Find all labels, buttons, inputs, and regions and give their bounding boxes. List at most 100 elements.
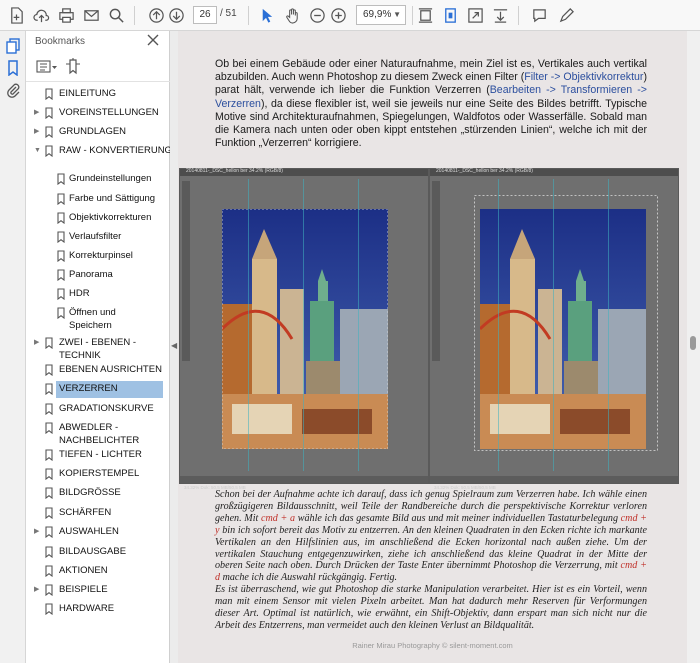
bookmark-label: EINLEITUNG [59,88,117,99]
bookmark-label: HDR [69,288,90,299]
bookmark-label: Öffnen und [69,307,116,318]
bookmark-item[interactable]: HARDWARE [26,603,170,617]
shot-title: 20140811-_DSC_hellon ber 34.2% (RGB/8) [436,168,533,174]
bookmark-flag-icon [45,603,53,615]
bookmark-flag-icon [57,269,65,281]
bookmark-item[interactable]: AKTIONEN [26,565,170,579]
cloud-upload-icon[interactable] [31,5,51,25]
shot-title: 20140811-_DSC_hellon ber 34.2% (RGB/8) [186,168,283,174]
next-page-icon[interactable] [166,5,186,25]
zoom-select[interactable]: 69,9% ▼ [356,5,406,25]
bookmark-item[interactable]: BILDAUSGABE [26,546,170,560]
navigation-strip [0,31,26,663]
menu-path-link[interactable]: Filter -> Objektivkorrektur [524,71,643,83]
las-vegas-photo [222,209,388,449]
bookmark-item[interactable]: GRADATIONSKURVE [26,403,170,417]
bookmark-flag-icon [45,487,53,499]
comment-icon[interactable] [529,5,549,25]
bookmark-item[interactable]: ABWEDLER - NACHBELICHTER [26,422,170,448]
bookmark-item[interactable]: Öffnen und Speichern [26,307,170,333]
bookmark-label: ABWEDLER - [59,422,119,433]
bookmark-flag-icon [57,173,65,185]
guide-line [498,179,499,471]
bookmark-flag-icon [45,337,53,349]
bookmark-item[interactable]: ▶ GRUNDLAGEN [26,126,170,140]
full-screen-icon[interactable] [465,5,485,25]
bookmark-flag-icon [45,383,53,395]
zoom-in-icon[interactable] [328,5,348,25]
previous-page-icon[interactable] [146,5,166,25]
page-number-input[interactable]: 26 [193,6,217,24]
collapsed-arrow-icon[interactable]: ▶ [34,107,39,119]
bookmark-label: BILDAUSGABE [59,546,127,557]
bookmark-flag-icon [45,449,53,461]
collapsed-arrow-icon[interactable]: ▶ [34,526,39,538]
search-icon[interactable] [106,5,126,25]
bookmark-flag-icon [57,231,65,243]
pen-icon[interactable] [556,5,576,25]
bookmark-flag-icon [45,145,53,157]
collapse-panel-icon[interactable]: ◀ [171,341,177,350]
bookmark-label: VOREINSTELLUNGEN [59,107,159,118]
scrollbar-thumb[interactable] [690,336,696,350]
bookmark-item[interactable]: Verlaufsfilter [26,231,170,245]
attachment-icon[interactable] [5,82,21,98]
zoom-out-icon[interactable] [307,5,327,25]
bookmark-item[interactable]: EINLEITUNG [26,88,170,102]
new-bookmark-icon[interactable] [64,58,82,76]
page-download-icon[interactable] [490,5,510,25]
bookmark-flag-icon [45,468,53,480]
bookmark-flag-icon [45,364,53,376]
bookmark-item[interactable]: Grundeinstellungen [26,173,170,187]
collapsed-arrow-icon[interactable]: ▶ [34,337,39,349]
bookmark-item[interactable]: Farbe und Sättigung [26,193,170,207]
fit-page-icon[interactable] [440,5,460,25]
bookmark-flag-icon [45,126,53,138]
panel-title: Bookmarks [35,36,86,47]
page-thumbnails-icon[interactable] [5,38,21,54]
bookmark-item[interactable]: Panorama [26,269,170,283]
bookmark-item[interactable]: SCHÄRFEN [26,507,170,521]
bookmark-flag-icon [45,422,53,434]
bookmark-item[interactable]: ▶ BEISPIELE [26,584,170,598]
bookmark-label: AKTIONEN [59,565,108,576]
screenshot-after: 20140811-_DSC_hellon ber 34.2% (RGB/8) 3… [429,168,679,490]
bookmark-label: SCHÄRFEN [59,507,112,518]
page-total: / 51 [220,8,237,19]
collapsed-arrow-icon[interactable]: ▶ [34,126,39,138]
hand-tool-icon[interactable] [282,5,302,25]
bookmark-label: KOPIERSTEMPEL [59,468,140,479]
bookmark-item[interactable]: ▼ RAW - KONVERTIERUNG [26,145,172,159]
bookmark-item[interactable]: VERZERREN [26,381,170,398]
bookmark-label: ZWEI - EBENEN - [59,337,137,348]
options-menu-icon[interactable] [36,58,58,76]
bookmark-flag-icon [45,546,53,558]
mail-icon[interactable] [81,5,101,25]
bookmark-flag-icon [57,288,65,300]
bookmark-flag-icon [57,212,65,224]
guide-line [553,179,554,471]
collapsed-arrow-icon[interactable]: ▶ [34,584,39,596]
expanded-arrow-icon[interactable]: ▼ [34,145,41,157]
bookmark-flag-icon [45,584,53,596]
print-icon[interactable] [56,5,76,25]
select-cursor-icon[interactable] [256,5,276,25]
bookmark-item[interactable]: ▶ ZWEI - EBENEN - TECHNIK [26,337,170,363]
bookmark-item[interactable]: BILDGRÖSSE [26,487,170,501]
bookmark-item[interactable]: ▶ AUSWAHLEN [26,526,170,540]
scroll-mode-icon[interactable] [415,5,435,25]
bookmark-item[interactable]: EBENEN AUSRICHTEN [26,364,170,378]
bookmark-item[interactable]: KOPIERSTEMPEL [26,468,170,482]
bookmark-item[interactable]: TIEFEN - LICHTER [26,449,170,463]
bookmark-label: TIEFEN - LICHTER [59,449,142,460]
close-icon[interactable] [146,33,160,47]
create-pdf-icon[interactable] [6,5,26,25]
shortcut-text: cmd + a [261,512,296,524]
guide-line [303,179,304,471]
bookmark-flag-icon [57,193,65,205]
bookmark-item[interactable]: Korrekturpinsel [26,250,170,264]
bookmark-item[interactable]: Objektivkorrekturen [26,212,170,226]
bookmarks-icon[interactable] [5,60,21,77]
bookmark-item[interactable]: HDR [26,288,170,302]
bookmark-item[interactable]: ▶ VOREINSTELLUNGEN [26,107,170,121]
